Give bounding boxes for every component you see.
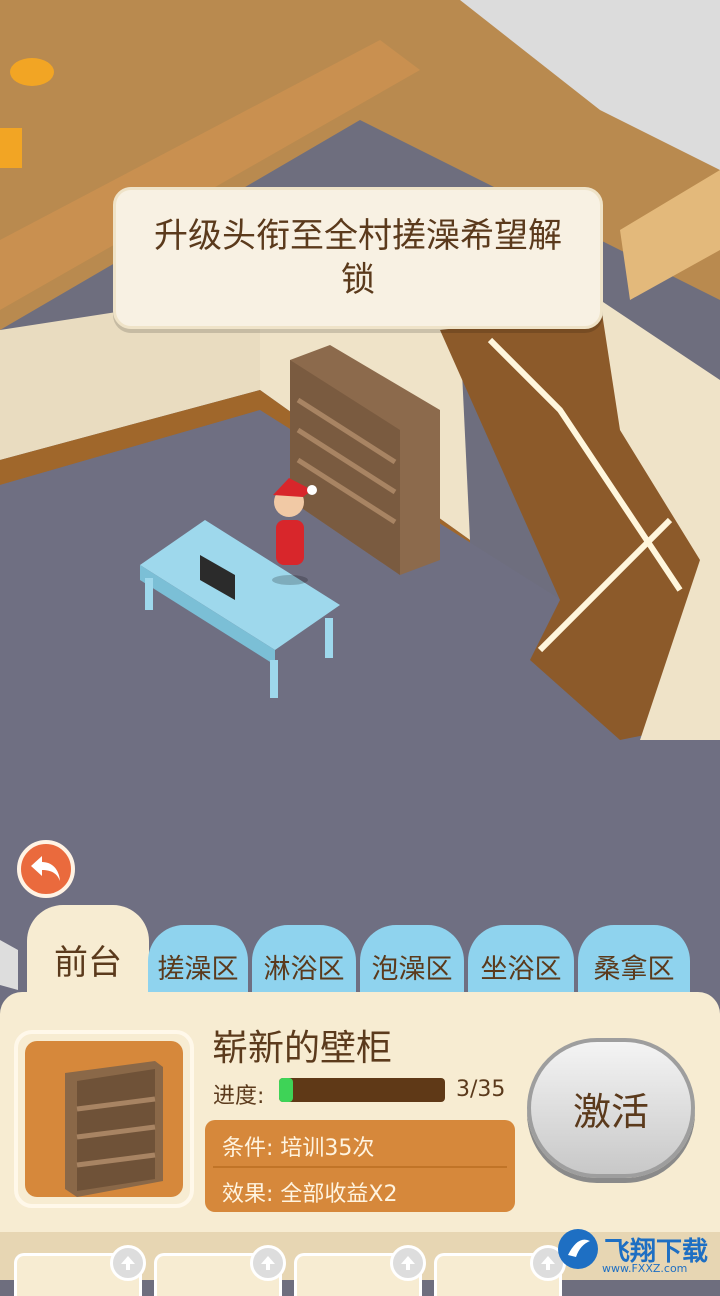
progress-label: 进度: (213, 1084, 265, 1109)
area-tabs: 前台 搓澡区 淋浴区 泡澡区 坐浴区 桑拿区 (0, 905, 720, 1005)
watermark-url: www.FXXZ.com (602, 1262, 688, 1275)
upgrade-arrow-icon (250, 1245, 286, 1281)
cabinet-icon (65, 1061, 163, 1197)
tab-front-desk[interactable]: 前台 (27, 905, 149, 1005)
info-divider (213, 1166, 507, 1168)
unlock-tooltip: 升级头衔至全村搓澡希望解锁 (113, 187, 603, 329)
progress-bar (279, 1078, 445, 1102)
watermark-logo-icon (558, 1229, 598, 1269)
upgrade-arrow-icon (390, 1245, 426, 1281)
progress-fill (279, 1078, 294, 1102)
back-button[interactable] (17, 840, 75, 898)
item-thumbnail (14, 1030, 194, 1208)
condition-text: 条件: 培训35次 (222, 1136, 375, 1161)
back-arrow-icon (31, 856, 60, 881)
activate-button[interactable]: 激活 (527, 1038, 695, 1178)
item-info-box: 条件: 培训35次 效果: 全部收益X2 (205, 1120, 515, 1212)
effect-text: 效果: 全部收益X2 (222, 1182, 398, 1207)
progress-count: 3/35 (456, 1077, 506, 1102)
item-name: 崭新的壁柜 (212, 1028, 393, 1069)
upgrade-arrow-icon (110, 1245, 146, 1281)
